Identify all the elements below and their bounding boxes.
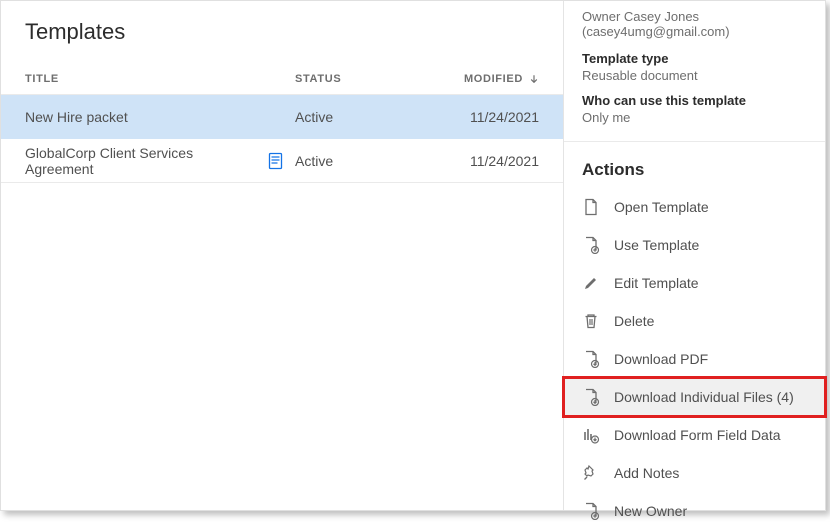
template-type-value: Reusable document bbox=[582, 68, 807, 83]
col-header-status[interactable]: STATUS bbox=[295, 73, 455, 85]
trash-icon bbox=[582, 312, 600, 330]
table-header: TITLE STATUS MODIFIED bbox=[1, 63, 563, 95]
action-delete[interactable]: Delete bbox=[564, 302, 825, 340]
row-status: Active bbox=[295, 153, 455, 169]
sort-descending-icon bbox=[529, 74, 539, 84]
action-new-owner[interactable]: New Owner bbox=[564, 492, 825, 530]
templates-table: TITLE STATUS MODIFIED New Hire packet Ac… bbox=[1, 63, 563, 183]
pin-icon bbox=[582, 464, 600, 482]
action-label: Delete bbox=[614, 313, 654, 329]
row-title: New Hire packet bbox=[25, 109, 128, 125]
actions-list: Open Template Use Template Edit Template… bbox=[564, 188, 825, 530]
pencil-icon bbox=[582, 274, 600, 292]
page-icon bbox=[582, 198, 600, 216]
action-label: Use Template bbox=[614, 237, 699, 253]
action-label: Add Notes bbox=[614, 465, 679, 481]
action-label: New Owner bbox=[614, 503, 687, 519]
row-modified: 11/24/2021 bbox=[455, 109, 539, 125]
action-label: Edit Template bbox=[614, 275, 699, 291]
action-label: Download PDF bbox=[614, 351, 708, 367]
chart-download-icon bbox=[582, 426, 600, 444]
col-header-modified[interactable]: MODIFIED bbox=[455, 73, 539, 85]
row-title-cell: New Hire packet bbox=[25, 109, 295, 125]
template-meta: Owner Casey Jones (casey4umg@gmail.com) … bbox=[564, 1, 825, 142]
col-header-modified-label: MODIFIED bbox=[464, 73, 523, 85]
action-label: Download Individual Files (4) bbox=[614, 389, 794, 405]
templates-panel: Templates TITLE STATUS MODIFIED New Hire… bbox=[1, 1, 563, 510]
page-plus-icon bbox=[582, 502, 600, 520]
who-can-use-value: Only me bbox=[582, 110, 807, 125]
page-download-icon bbox=[582, 388, 600, 406]
action-download-pdf[interactable]: Download PDF bbox=[564, 340, 825, 378]
action-download-individual-files[interactable]: Download Individual Files (4) bbox=[564, 378, 825, 416]
row-modified: 11/24/2021 bbox=[455, 153, 539, 169]
action-add-notes[interactable]: Add Notes bbox=[564, 454, 825, 492]
template-type-label: Template type bbox=[582, 51, 807, 66]
who-can-use-label: Who can use this template bbox=[582, 93, 807, 108]
row-title-cell: GlobalCorp Client Services Agreement bbox=[25, 145, 295, 177]
document-note-icon bbox=[267, 152, 285, 170]
col-header-title[interactable]: TITLE bbox=[25, 73, 295, 85]
owner-line: Owner Casey Jones (casey4umg@gmail.com) bbox=[582, 9, 807, 39]
table-row[interactable]: GlobalCorp Client Services Agreement Act… bbox=[1, 139, 563, 183]
action-label: Download Form Field Data bbox=[614, 427, 781, 443]
action-open-template[interactable]: Open Template bbox=[564, 188, 825, 226]
table-row[interactable]: New Hire packet Active 11/24/2021 bbox=[1, 95, 563, 139]
page-title: Templates bbox=[1, 19, 563, 63]
action-use-template[interactable]: Use Template bbox=[564, 226, 825, 264]
details-sidebar: Owner Casey Jones (casey4umg@gmail.com) … bbox=[563, 1, 825, 510]
page-plus-icon bbox=[582, 236, 600, 254]
action-label: Open Template bbox=[614, 199, 709, 215]
page-download-icon bbox=[582, 350, 600, 368]
action-download-form-field-data[interactable]: Download Form Field Data bbox=[564, 416, 825, 454]
actions-header: Actions bbox=[564, 142, 825, 188]
action-edit-template[interactable]: Edit Template bbox=[564, 264, 825, 302]
row-title: GlobalCorp Client Services Agreement bbox=[25, 145, 257, 177]
row-status: Active bbox=[295, 109, 455, 125]
